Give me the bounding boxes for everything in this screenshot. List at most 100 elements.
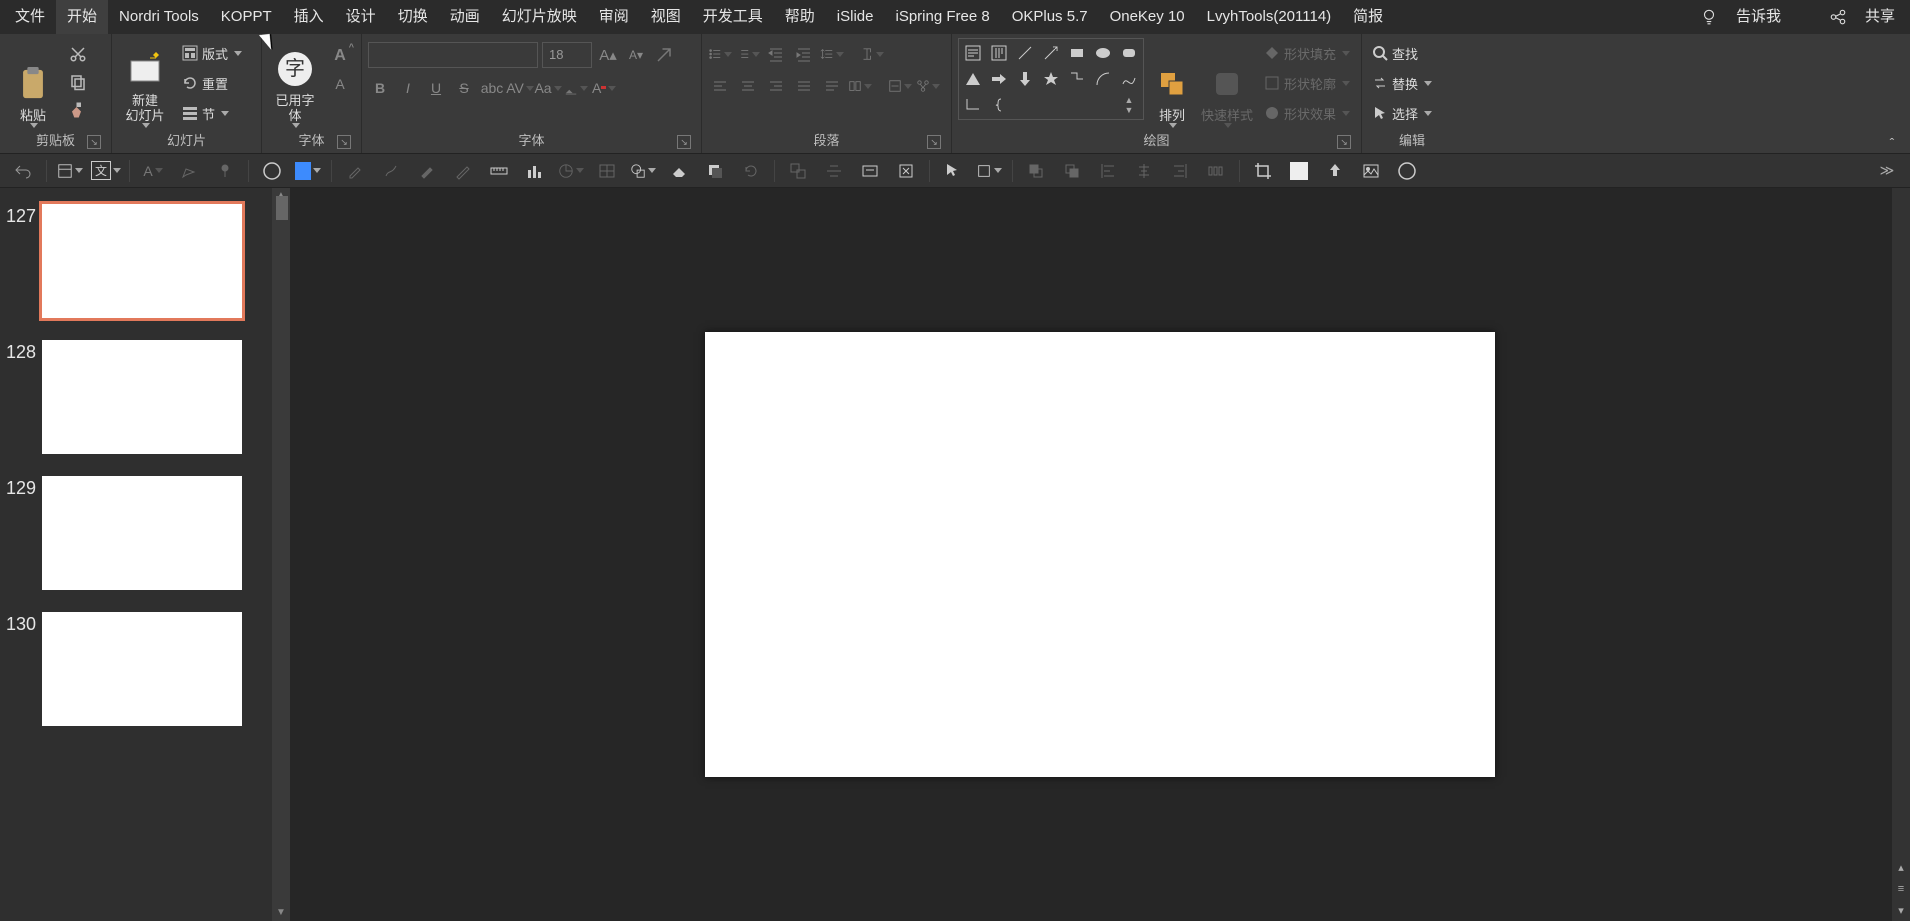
share-button[interactable]: 共享 <box>1854 0 1906 34</box>
shape-textbox-icon[interactable] <box>961 41 985 65</box>
tool-circle-icon[interactable] <box>259 158 285 184</box>
copy-icon[interactable] <box>66 70 90 94</box>
tab-nordri[interactable]: Nordri Tools <box>108 0 210 34</box>
slide-menu-icon[interactable]: ≡ <box>1898 883 1904 895</box>
tab-help[interactable]: 帮助 <box>774 0 826 34</box>
tab-ispring[interactable]: iSpring Free 8 <box>884 0 1000 34</box>
thumb-item[interactable]: 129 <box>2 476 284 590</box>
tab-design[interactable]: 设计 <box>335 0 387 34</box>
lightbulb-icon[interactable] <box>1699 7 1719 27</box>
align-text-icon[interactable] <box>888 74 912 98</box>
thumb-preview[interactable] <box>42 204 242 318</box>
tool-ruler-icon[interactable] <box>486 158 512 184</box>
shape-arrow-d-icon[interactable] <box>1013 67 1037 91</box>
tab-home[interactable]: 开始 <box>56 0 108 34</box>
tool-dist-h-icon[interactable] <box>1203 158 1229 184</box>
tool-layout-icon[interactable] <box>57 158 83 184</box>
prev-slide-icon[interactable]: ▴ <box>1898 861 1904 874</box>
tool-pie-icon[interactable] <box>558 158 584 184</box>
shape-triangle-icon[interactable] <box>961 67 985 91</box>
section-button[interactable]: 节 <box>178 100 246 126</box>
launcher-icon[interactable]: ↘ <box>1337 135 1351 149</box>
font-family-combo[interactable] <box>368 42 538 68</box>
tab-view[interactable]: 视图 <box>640 0 692 34</box>
canvas-scrollbar[interactable] <box>1892 188 1910 921</box>
shape-outline-button[interactable]: 形状轮廓 <box>1260 70 1354 96</box>
tool-group-icon[interactable] <box>785 158 811 184</box>
shape-arc-icon[interactable] <box>1091 67 1115 91</box>
indent-inc-icon[interactable] <box>792 42 816 66</box>
tool-lamp-icon[interactable] <box>1322 158 1348 184</box>
align-center-icon[interactable] <box>736 74 760 98</box>
launcher-icon[interactable]: ↘ <box>87 135 101 149</box>
align-right-icon[interactable] <box>764 74 788 98</box>
tool-text-icon[interactable]: 文 <box>93 158 119 184</box>
tool-marker-icon[interactable] <box>414 158 440 184</box>
launcher-icon[interactable]: ↘ <box>677 135 691 149</box>
tool-select-icon[interactable] <box>940 158 966 184</box>
tab-jianbao[interactable]: 简报 <box>1342 0 1394 34</box>
underline-icon[interactable]: U <box>424 76 448 100</box>
shape-elbow-icon[interactable] <box>961 93 985 117</box>
tab-slideshow[interactable]: 幻灯片放映 <box>491 0 588 34</box>
gallery-updown-icon[interactable]: ▲▼ <box>1117 93 1141 117</box>
tab-insert[interactable]: 插入 <box>283 0 335 34</box>
shape-brace-icon[interactable] <box>987 93 1011 117</box>
tool-delete-icon[interactable] <box>893 158 919 184</box>
shape-arrowline-icon[interactable] <box>1039 41 1063 65</box>
tool-textbox-icon[interactable] <box>857 158 883 184</box>
thumb-item[interactable]: 127 <box>2 204 284 318</box>
tool-white-icon[interactable] <box>1286 158 1312 184</box>
tab-onekey[interactable]: OneKey 10 <box>1099 0 1196 34</box>
columns-icon[interactable] <box>848 74 872 98</box>
highlight-icon[interactable] <box>564 76 588 100</box>
shape-oval-icon[interactable] <box>1091 41 1115 65</box>
thumb-preview[interactable] <box>42 612 242 726</box>
font-style-a-icon[interactable]: A <box>328 72 352 96</box>
tool-send-back-icon[interactable] <box>1059 158 1085 184</box>
tell-me[interactable]: 告诉我 <box>1725 0 1792 34</box>
scroll-down-icon[interactable]: ▼ <box>275 907 287 919</box>
shape-star-icon[interactable] <box>1039 67 1063 91</box>
quickstyle-button[interactable]: 快速样式 <box>1200 38 1254 128</box>
bold-icon[interactable]: B <box>368 76 392 100</box>
change-case-icon[interactable]: Aa <box>536 76 560 100</box>
thumb-scrollbar[interactable]: ▲ ▼ <box>272 188 290 921</box>
font-size-combo[interactable]: 18 <box>542 42 592 68</box>
tool-frame-icon[interactable] <box>976 158 1002 184</box>
tab-review[interactable]: 审阅 <box>588 0 640 34</box>
thumb-preview[interactable] <box>42 340 242 454</box>
next-slide-icon[interactable]: ▾ <box>1898 904 1904 917</box>
line-spacing-icon[interactable] <box>820 42 844 66</box>
slide-canvas-area[interactable]: ▴ ≡ ▾ <box>290 188 1910 921</box>
smartart-icon[interactable] <box>916 74 940 98</box>
reset-button[interactable]: 重置 <box>178 70 246 96</box>
shape-rect-icon[interactable] <box>1065 41 1089 65</box>
cut-icon[interactable] <box>66 42 90 66</box>
select-button[interactable]: 选择 <box>1368 100 1436 126</box>
bullets-icon[interactable] <box>708 42 732 66</box>
tool-align-left-icon[interactable] <box>1095 158 1121 184</box>
tool-highlighter-icon[interactable] <box>176 158 202 184</box>
tool-fillcolor-icon[interactable] <box>295 158 321 184</box>
tool-pin-icon[interactable] <box>212 158 238 184</box>
tab-koppt[interactable]: KOPPT <box>210 0 283 34</box>
font-increase-icon[interactable]: A^ <box>328 44 352 68</box>
used-font-button[interactable]: 字 已用字 体 <box>268 38 322 128</box>
align-justify-icon[interactable] <box>792 74 816 98</box>
tool-align-icon[interactable] <box>821 158 847 184</box>
tool-chart-icon[interactable] <box>522 158 548 184</box>
tab-devtools[interactable]: 开发工具 <box>692 0 774 34</box>
distribute-icon[interactable] <box>820 74 844 98</box>
shape-roundrect-icon[interactable] <box>1117 41 1141 65</box>
clear-format-icon[interactable] <box>652 43 676 67</box>
thumb-item[interactable]: 128 <box>2 340 284 454</box>
layout-button[interactable]: 版式 <box>178 40 246 66</box>
shape-fill-button[interactable]: 形状填充 <box>1260 40 1354 66</box>
tab-okplus[interactable]: OKPlus 5.7 <box>1001 0 1099 34</box>
indent-dec-icon[interactable] <box>764 42 788 66</box>
tool-bring-front-icon[interactable] <box>1023 158 1049 184</box>
tool-shapes-icon[interactable] <box>630 158 656 184</box>
tool-crop-icon[interactable] <box>1250 158 1276 184</box>
tool-more-icon[interactable]: ≫ <box>1874 158 1900 184</box>
